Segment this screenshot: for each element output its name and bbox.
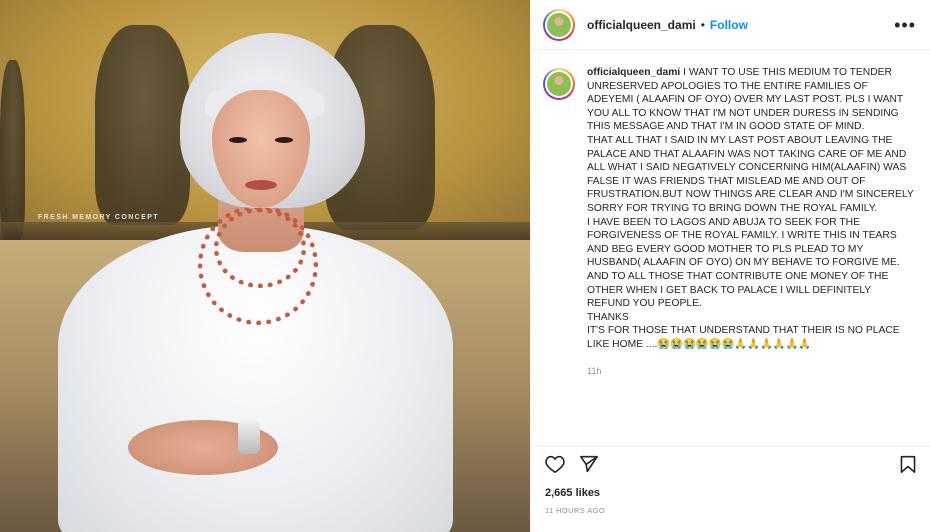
- caption-text: I WANT TO USE THIS MEDIUM TO TENDER UNRE…: [587, 67, 914, 350]
- figure-lips: [245, 180, 277, 190]
- bookmark-icon[interactable]: [899, 455, 917, 473]
- figure-eye-left: [229, 137, 247, 143]
- figure-watch: [238, 420, 260, 454]
- caption-comment: officialqueen_dami I WANT TO USE THIS ME…: [531, 50, 930, 437]
- action-icons: [545, 455, 917, 473]
- coral-necklace-inner: [214, 208, 306, 288]
- post-timestamp: 11 HOURS AGO: [545, 506, 606, 515]
- caption-time[interactable]: 11h: [587, 365, 916, 379]
- post-header: officialqueen_dami • Follow •••: [531, 0, 930, 50]
- photo-watermark: FRESH MEMORY CONCEPT: [38, 214, 159, 221]
- caption-body: officialqueen_dami I WANT TO USE THIS ME…: [587, 66, 916, 437]
- header-username[interactable]: officialqueen_dami: [587, 18, 696, 32]
- avatar-image: [545, 10, 573, 39]
- likes-count[interactable]: 2,665 likes: [545, 487, 917, 499]
- post-photo[interactable]: FRESH MEMORY CONCEPT: [0, 0, 530, 532]
- heart-icon[interactable]: [545, 455, 565, 473]
- caption-avatar[interactable]: [543, 68, 575, 100]
- figure-eye-right: [275, 137, 293, 143]
- more-icon[interactable]: •••: [894, 16, 916, 34]
- post-actions: 2,665 likes 11 HOURS AGO: [531, 446, 930, 532]
- caption-avatar-image: [545, 70, 573, 98]
- caption-username[interactable]: officialqueen_dami: [587, 67, 680, 78]
- photo-statue-edge: [0, 60, 25, 240]
- instagram-post: FRESH MEMORY CONCEPT officialqueen_dami …: [0, 0, 930, 532]
- photo-statue-left: [95, 25, 190, 225]
- header-separator: •: [700, 17, 705, 32]
- avatar[interactable]: [543, 8, 575, 41]
- follow-button[interactable]: Follow: [710, 18, 748, 32]
- post-side-panel: officialqueen_dami • Follow ••• official…: [530, 0, 930, 532]
- send-icon[interactable]: [579, 455, 599, 473]
